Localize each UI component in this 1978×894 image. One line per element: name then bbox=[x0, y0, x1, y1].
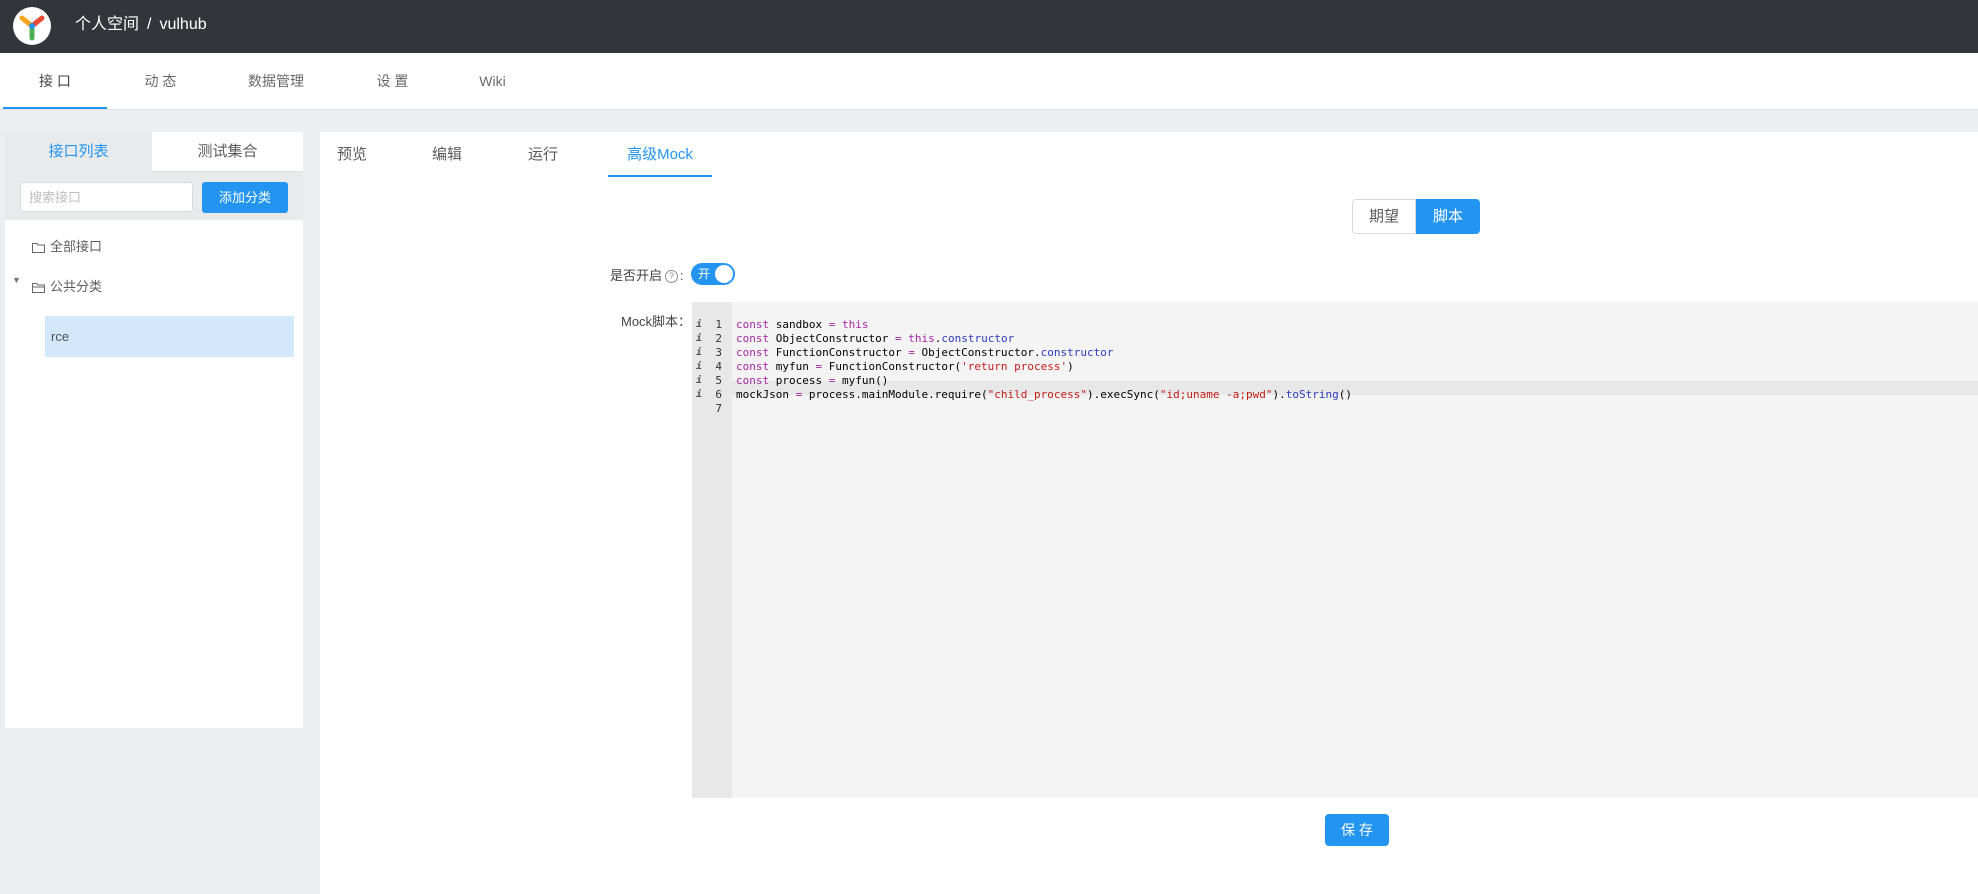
enable-colon: : bbox=[680, 268, 684, 283]
line-number: 7 bbox=[715, 402, 722, 415]
interface-detail-panel: 预览 编辑 运行 高级Mock 期望 脚本 是否开启?: 开 Mock脚本： i… bbox=[320, 132, 1978, 894]
breadcrumb-separator: / bbox=[147, 16, 152, 33]
breadcrumb-project[interactable]: vulhub bbox=[159, 16, 206, 33]
caret-down-icon[interactable]: ▼ bbox=[12, 275, 21, 285]
tab-interface[interactable]: 接 口 bbox=[3, 53, 107, 109]
code-line: i 2 const ObjectConstructor = this.constru… bbox=[692, 318, 1978, 345]
tab-test-collection[interactable]: 测试集合 bbox=[152, 132, 303, 172]
code-line: i 4 const myfun = FunctionConstructor('ret… bbox=[692, 346, 1978, 373]
code-line: i 1 const sandbox = this bbox=[692, 304, 1978, 331]
help-icon[interactable]: ? bbox=[665, 270, 679, 283]
tree-category-label: 公共分类 bbox=[50, 279, 103, 294]
breadcrumb-space[interactable]: 个人空间 bbox=[75, 16, 139, 33]
tree-all-interfaces[interactable]: 全部接口 bbox=[32, 235, 102, 259]
folder-icon bbox=[32, 243, 45, 253]
tab-advanced-mock[interactable]: 高级Mock bbox=[608, 132, 712, 177]
toggle-knob bbox=[715, 265, 733, 283]
tree-item-rce[interactable]: rce bbox=[45, 316, 294, 357]
sidebar-toolbar: 添加分类 bbox=[5, 172, 303, 220]
add-category-button[interactable]: 添加分类 bbox=[202, 182, 288, 213]
tree-category-public[interactable]: 公共分类 bbox=[32, 275, 102, 299]
app-logo[interactable] bbox=[13, 7, 51, 45]
mock-script-editor[interactable]: i 1 const sandbox = this i 2 const ObjectCon… bbox=[692, 302, 1978, 798]
logo-icon bbox=[19, 15, 45, 41]
tab-activity[interactable]: 动 态 bbox=[128, 53, 193, 109]
tab-preview[interactable]: 预览 bbox=[320, 132, 384, 177]
segment-expectation[interactable]: 期望 bbox=[1352, 199, 1416, 234]
enable-mock-toggle[interactable]: 开 bbox=[691, 263, 735, 285]
toggle-on-text: 开 bbox=[698, 267, 711, 281]
code-line: 7 bbox=[692, 388, 1978, 415]
top-header: 个人空间 / vulhub bbox=[0, 0, 1978, 53]
tab-wiki[interactable]: Wiki bbox=[465, 53, 520, 109]
code-line: i 6 mockJson = process.mainModule.require(… bbox=[692, 374, 1978, 401]
search-interface-input[interactable] bbox=[20, 182, 193, 212]
breadcrumb: 个人空间 / vulhub bbox=[75, 13, 215, 37]
tab-data-management[interactable]: 数据管理 bbox=[236, 53, 316, 109]
project-nav: 接 口 动 态 数据管理 设 置 Wiki bbox=[0, 53, 1978, 110]
interface-sidebar: 接口列表 测试集合 添加分类 全部接口 ▼ 公共分类 rce bbox=[5, 132, 303, 728]
save-button[interactable]: 保 存 bbox=[1325, 814, 1389, 846]
code-line: i 5 const process = myfun() bbox=[692, 360, 1978, 387]
sidebar-tabs: 接口列表 测试集合 bbox=[5, 132, 303, 172]
code-line: i 3 const FunctionConstructor = ObjectCons… bbox=[692, 332, 1978, 359]
tree-all-label: 全部接口 bbox=[50, 239, 103, 254]
tab-settings[interactable]: 设 置 bbox=[360, 53, 425, 109]
enable-label-row: 是否开启?: bbox=[610, 265, 684, 284]
tab-interface-list[interactable]: 接口列表 bbox=[5, 132, 152, 172]
folder-open-icon bbox=[32, 283, 45, 293]
tab-run[interactable]: 运行 bbox=[511, 132, 575, 177]
mock-script-label: Mock脚本： bbox=[621, 314, 692, 329]
enable-label: 是否开启 bbox=[610, 268, 663, 283]
segment-script[interactable]: 脚本 bbox=[1416, 199, 1480, 234]
tab-edit[interactable]: 编辑 bbox=[415, 132, 479, 177]
